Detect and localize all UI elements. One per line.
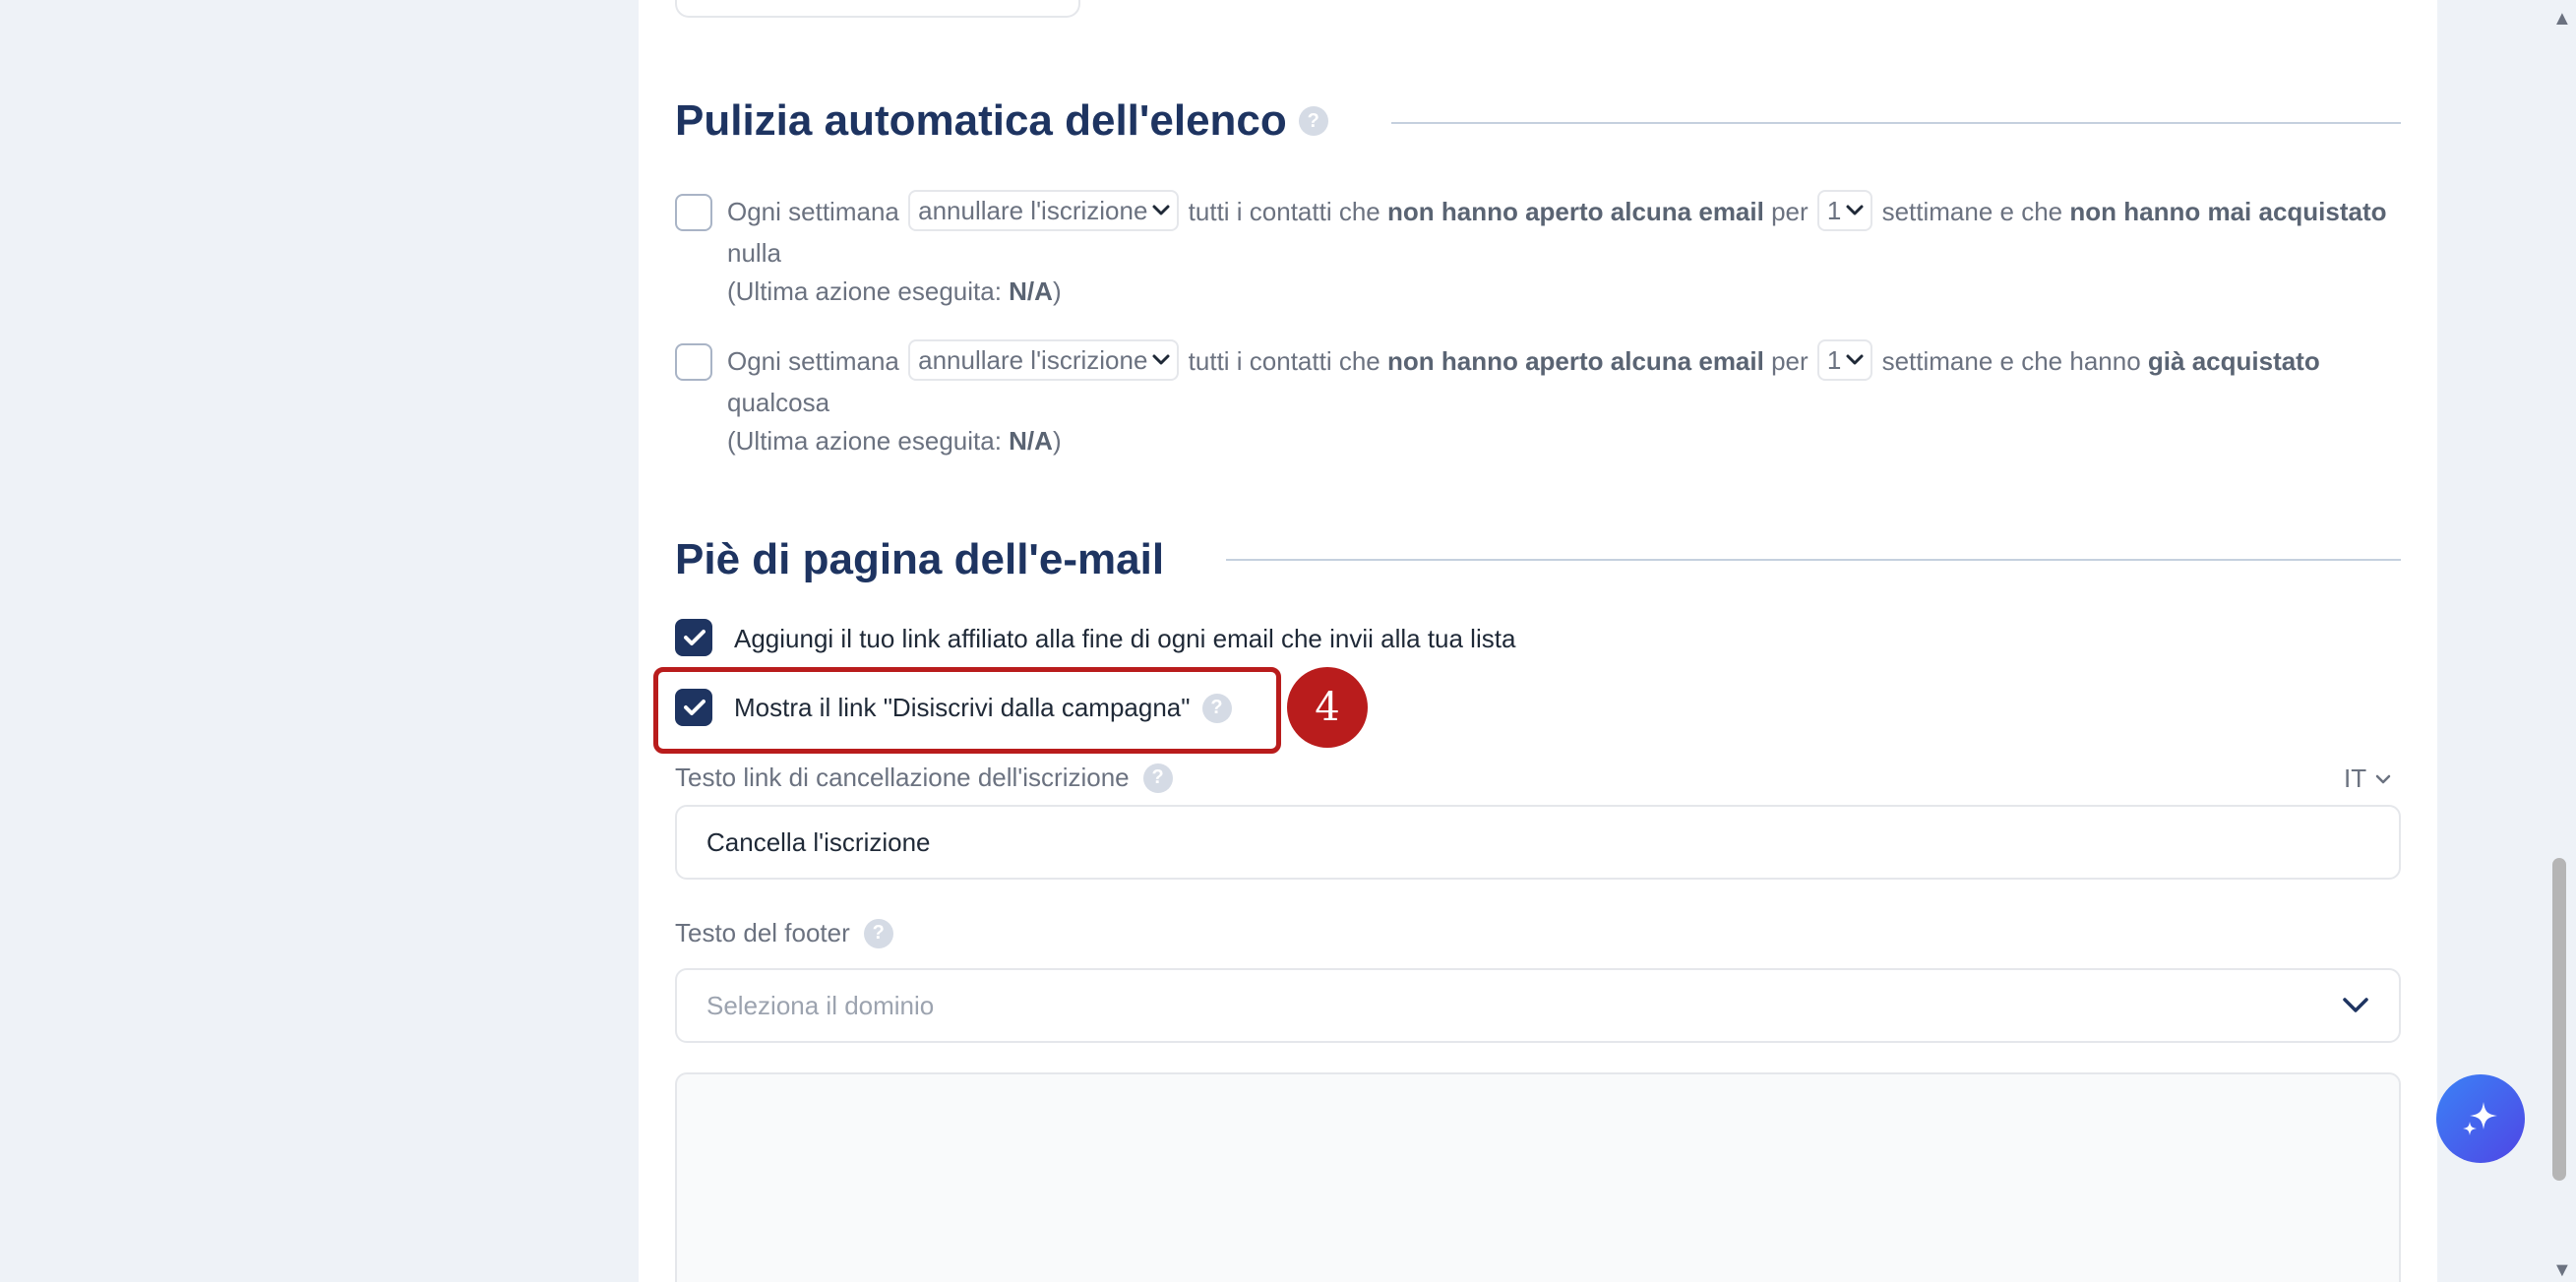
weeks-select-value: 1 [1826, 345, 1842, 376]
cleaning-rule-2-text: Ogni settimana annullare l'iscrizione tu… [727, 339, 2420, 458]
previous-field-bottom-edge [675, 0, 1080, 18]
rule-text-contacts: tutti i contatti che [1188, 197, 1380, 226]
unsubscribe-text-input[interactable]: Cancella l'iscrizione [675, 805, 2401, 880]
cleaning-rule-2-weeks-select[interactable]: 1 [1816, 339, 1873, 382]
rule-condition-opened: non hanno aperto alcuna email [1387, 346, 1764, 376]
tutorial-step-badge: 4 [1287, 667, 1368, 748]
cleaning-rule-1-last-action: (Ultima azione eseguita: N/A) [727, 274, 2420, 309]
help-icon[interactable]: ? [1142, 763, 1173, 793]
weeks-select-value: 1 [1826, 196, 1842, 226]
last-action-value: N/A [1009, 276, 1053, 306]
affiliate-link-label: Aggiungi il tuo link affiliato alla fine… [734, 624, 1516, 653]
rule-purchase-suffix: qualcosa [727, 388, 830, 417]
footer-text-editor[interactable] [675, 1072, 2401, 1282]
ai-assistant-button[interactable] [2436, 1074, 2525, 1163]
footer-text-label: Testo del footer ? [675, 918, 893, 948]
cleaning-rule-1-text: Ogni settimana annullare l'iscrizione tu… [727, 190, 2420, 309]
chevron-down-icon [2375, 774, 2391, 783]
action-select-value: annullare l'iscrizione [918, 345, 1148, 376]
sparkles-icon [2463, 1102, 2497, 1135]
cleaning-rule-1-action-select[interactable]: annullare l'iscrizione [908, 190, 1180, 232]
last-action-close: ) [1052, 276, 1062, 306]
help-icon[interactable]: ? [1298, 106, 1328, 136]
cleaning-rule-2-last-action: (Ultima azione eseguita: N/A) [727, 423, 2420, 458]
footer-text-label-text: Testo del footer [675, 918, 850, 947]
last-action-label: (Ultima azione eseguita: [727, 276, 1002, 306]
chevron-down-icon [2343, 998, 2368, 1012]
scrollbar-thumb[interactable] [2552, 858, 2566, 1181]
email-footer-title-text: Piè di pagina dell'e-mail [675, 535, 1165, 583]
domain-select-placeholder: Seleziona il dominio [706, 990, 935, 1020]
last-action-value: N/A [1009, 426, 1053, 456]
help-icon[interactable]: ? [863, 918, 893, 948]
email-footer-title: Piè di pagina dell'e-mail [675, 535, 1164, 584]
cleaning-rule-2-action-select[interactable]: annullare l'iscrizione [908, 339, 1180, 382]
tutorial-highlight-frame [653, 667, 1281, 754]
rule-purchase-condition: già acquistato [2147, 346, 2320, 376]
unsubscribe-text-label-text: Testo link di cancellazione dell'iscrizi… [675, 763, 1130, 792]
chevron-down-icon [1846, 205, 1864, 215]
cleaning-rule-1-checkbox[interactable] [675, 194, 712, 231]
rule-text-contacts: tutti i contatti che [1188, 346, 1380, 376]
rule-text-prefix: Ogni settimana [727, 197, 899, 226]
cleaning-rule-2-checkbox[interactable] [675, 343, 712, 381]
check-icon [684, 630, 705, 645]
cleaning-rule-1-weeks-select[interactable]: 1 [1816, 190, 1873, 232]
chevron-down-icon [1152, 354, 1170, 365]
rule-text-prefix: Ogni settimana [727, 346, 899, 376]
rule-purchase-condition: non hanno mai acquistato [2069, 197, 2387, 226]
unsubscribe-text-value: Cancella l'iscrizione [706, 826, 931, 857]
list-cleaning-title-text: Pulizia automatica dell'elenco [675, 96, 1287, 145]
section-divider [1226, 559, 2401, 561]
list-cleaning-title: Pulizia automatica dell'elenco ? [675, 96, 1328, 146]
rule-purchase-suffix: nulla [727, 238, 781, 268]
affiliate-link-checkbox[interactable] [675, 619, 712, 656]
rule-text-for: per [1771, 346, 1809, 376]
section-divider [1391, 122, 2401, 124]
chevron-down-icon [1152, 205, 1170, 215]
last-action-close: ) [1052, 426, 1062, 456]
scroll-down-arrow[interactable]: ▼ [2552, 1259, 2572, 1282]
rule-text-for: per [1771, 197, 1809, 226]
last-action-label: (Ultima azione eseguita: [727, 426, 1002, 456]
action-select-value: annullare l'iscrizione [918, 196, 1148, 226]
domain-select[interactable]: Seleziona il dominio [675, 968, 2401, 1043]
unsubscribe-text-label: Testo link di cancellazione dell'iscrizi… [675, 763, 1173, 793]
rule-text-weeks: settimane e che hanno [1881, 346, 2141, 376]
language-select[interactable]: IT [2344, 763, 2392, 794]
chevron-down-icon [1846, 354, 1864, 365]
affiliate-link-option[interactable]: Aggiungi il tuo link affiliato alla fine… [734, 624, 1515, 654]
scroll-up-arrow[interactable]: ▲ [2552, 8, 2572, 31]
rule-text-weeks: settimane e che [1881, 197, 2063, 226]
language-value: IT [2344, 763, 2367, 793]
rule-condition-opened: non hanno aperto alcuna email [1387, 197, 1764, 226]
